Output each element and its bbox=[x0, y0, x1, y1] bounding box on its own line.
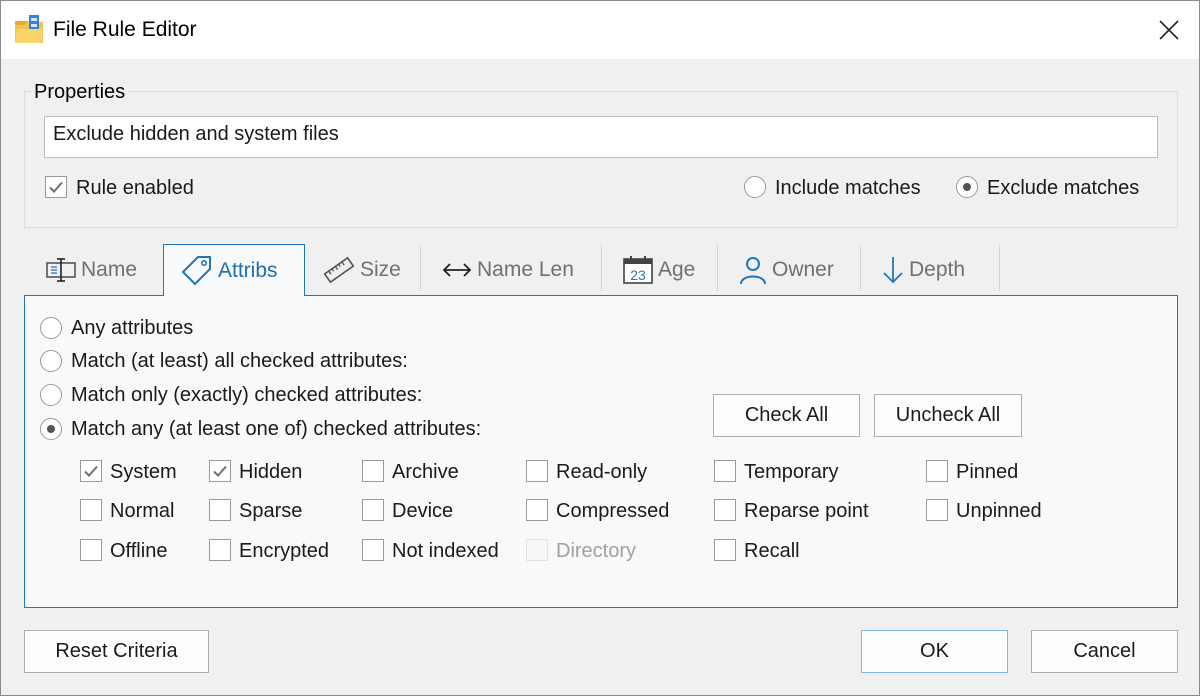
calendar-day-text: 23 bbox=[630, 267, 646, 283]
tab-owner[interactable]: Owner bbox=[722, 244, 860, 295]
include-matches-label: Include matches bbox=[775, 177, 921, 200]
tab-depth[interactable]: Depth bbox=[865, 244, 999, 295]
system-checkbox[interactable] bbox=[80, 460, 102, 482]
system-label: System bbox=[110, 461, 177, 484]
tab-age-label: Age bbox=[658, 258, 695, 282]
tab-separator bbox=[601, 245, 602, 291]
encrypted-checkbox[interactable] bbox=[209, 539, 231, 561]
uncheck-all-button[interactable]: Uncheck All bbox=[874, 394, 1022, 437]
properties-group-label: Properties bbox=[31, 81, 128, 104]
tab-attribs-label: Attribs bbox=[218, 259, 278, 283]
calendar-icon: 23 bbox=[622, 255, 654, 285]
properties-group bbox=[24, 91, 1178, 228]
reparse-point-label: Reparse point bbox=[744, 500, 869, 523]
tab-name[interactable]: Name bbox=[29, 244, 164, 295]
archive-checkbox[interactable] bbox=[362, 460, 384, 482]
archive-label: Archive bbox=[392, 461, 459, 484]
compressed-label: Compressed bbox=[556, 500, 669, 523]
tab-separator bbox=[860, 245, 861, 291]
reparse-point-checkbox[interactable] bbox=[714, 499, 736, 521]
exclude-matches-label: Exclude matches bbox=[987, 177, 1139, 200]
recall-label: Recall bbox=[744, 540, 800, 563]
match-any-radio[interactable] bbox=[40, 418, 62, 440]
compressed-checkbox[interactable] bbox=[526, 499, 548, 521]
tab-separator bbox=[999, 245, 1000, 291]
exclude-matches-radio[interactable] bbox=[956, 176, 978, 198]
unpinned-label: Unpinned bbox=[956, 500, 1042, 523]
not-indexed-label: Not indexed bbox=[392, 540, 499, 563]
unpinned-checkbox[interactable] bbox=[926, 499, 948, 521]
ruler-icon bbox=[322, 255, 356, 285]
directory-label: Directory bbox=[556, 540, 636, 563]
device-label: Device bbox=[392, 500, 453, 523]
device-checkbox[interactable] bbox=[362, 499, 384, 521]
offline-label: Offline bbox=[110, 540, 167, 563]
name-field-icon bbox=[45, 256, 77, 284]
cancel-button[interactable]: Cancel bbox=[1031, 630, 1178, 673]
offline-checkbox[interactable] bbox=[80, 539, 102, 561]
close-icon bbox=[1159, 20, 1179, 40]
encrypted-label: Encrypted bbox=[239, 540, 329, 563]
temporary-checkbox[interactable] bbox=[714, 460, 736, 482]
directory-checkbox bbox=[526, 539, 548, 561]
ok-button[interactable]: OK bbox=[861, 630, 1008, 673]
match-exactly-radio[interactable] bbox=[40, 384, 62, 406]
double-arrow-icon bbox=[441, 260, 473, 280]
check-all-button[interactable]: Check All bbox=[713, 394, 860, 437]
checkmark-icon bbox=[212, 463, 228, 479]
normal-checkbox[interactable] bbox=[80, 499, 102, 521]
tag-icon bbox=[180, 256, 214, 286]
tab-attribs[interactable]: Attribs bbox=[163, 244, 305, 296]
pinned-checkbox[interactable] bbox=[926, 460, 948, 482]
sparse-checkbox[interactable] bbox=[209, 499, 231, 521]
tab-separator bbox=[420, 245, 421, 291]
read-only-checkbox[interactable] bbox=[526, 460, 548, 482]
tab-age[interactable]: 23 Age bbox=[606, 244, 717, 295]
checkmark-icon bbox=[83, 463, 99, 479]
hidden-checkbox[interactable] bbox=[209, 460, 231, 482]
match-all-label: Match (at least) all checked attributes: bbox=[71, 350, 408, 373]
tab-size-label: Size bbox=[360, 258, 401, 282]
tab-name-len-label: Name Len bbox=[477, 258, 574, 282]
tab-name-len[interactable]: Name Len bbox=[425, 244, 601, 295]
tab-name-label: Name bbox=[81, 258, 137, 282]
window-title: File Rule Editor bbox=[53, 18, 197, 42]
tab-separator bbox=[717, 245, 718, 291]
include-matches-radio[interactable] bbox=[744, 176, 766, 198]
tab-size[interactable]: Size bbox=[306, 244, 420, 295]
checkmark-icon bbox=[48, 179, 64, 195]
any-attributes-label: Any attributes bbox=[71, 317, 193, 340]
person-icon bbox=[738, 255, 768, 285]
pinned-label: Pinned bbox=[956, 461, 1018, 484]
tab-owner-label: Owner bbox=[772, 258, 834, 282]
temporary-label: Temporary bbox=[744, 461, 838, 484]
reset-criteria-button[interactable]: Reset Criteria bbox=[24, 630, 209, 673]
tab-depth-label: Depth bbox=[909, 258, 965, 282]
file-rule-editor-dialog: File Rule Editor Properties Rule enabled… bbox=[0, 0, 1200, 696]
match-exactly-label: Match only (exactly) checked attributes: bbox=[71, 384, 422, 407]
arrow-down-icon bbox=[881, 255, 905, 285]
rule-enabled-label: Rule enabled bbox=[76, 177, 194, 200]
recall-checkbox[interactable] bbox=[714, 539, 736, 561]
close-button[interactable] bbox=[1139, 1, 1199, 59]
match-all-radio[interactable] bbox=[40, 350, 62, 372]
rule-name-input[interactable] bbox=[44, 116, 1158, 158]
any-attributes-radio[interactable] bbox=[40, 317, 62, 339]
rule-enabled-checkbox[interactable] bbox=[45, 176, 67, 198]
normal-label: Normal bbox=[110, 500, 174, 523]
sparse-label: Sparse bbox=[239, 500, 302, 523]
app-folder-icon bbox=[13, 13, 47, 47]
hidden-label: Hidden bbox=[239, 461, 302, 484]
match-any-label: Match any (at least one of) checked attr… bbox=[71, 418, 481, 441]
not-indexed-checkbox[interactable] bbox=[362, 539, 384, 561]
title-bar: File Rule Editor bbox=[1, 1, 1199, 59]
read-only-label: Read-only bbox=[556, 461, 647, 484]
